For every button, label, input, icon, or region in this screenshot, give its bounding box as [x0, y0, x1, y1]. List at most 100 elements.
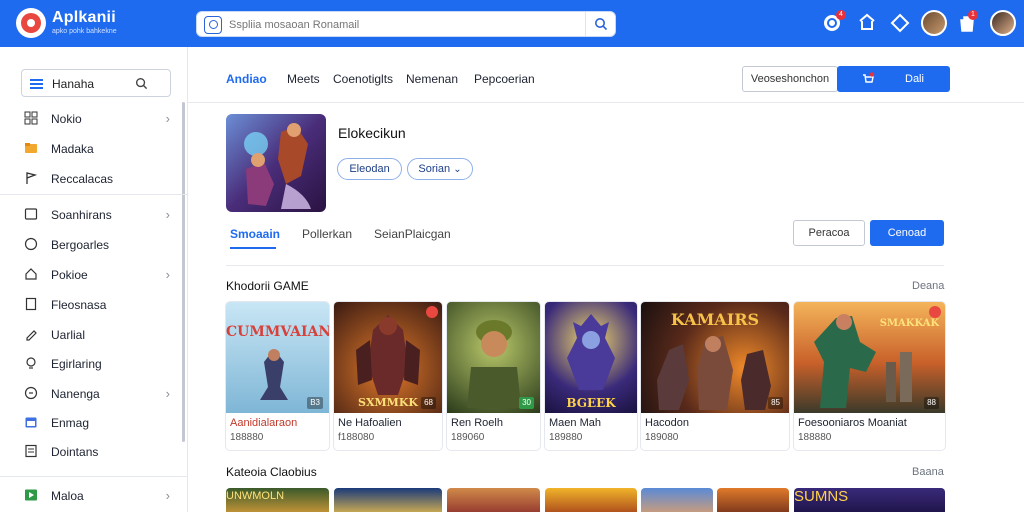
app-icon-image[interactable] [226, 114, 326, 212]
pill-button-first[interactable]: Eleodan [337, 158, 402, 180]
chevron-down-icon: ⌄ [453, 164, 462, 175]
game-card[interactable]: SXMMKK 68 Ne Hafoalien f188080 [334, 302, 442, 450]
game-name: Aanidialaraon [230, 417, 298, 429]
game-meta: f188080 [338, 432, 375, 443]
sidebar: Hanaha Nokio › Madaka Reccalacas Soanhir… [0, 47, 188, 512]
thumbnail-title: SMAKKAK [879, 318, 940, 329]
sidebar-divider [0, 476, 187, 477]
sidebar-scrollbar[interactable] [182, 102, 185, 442]
game-card[interactable]: CUMMVAIAN B3 Aanidialaraon 188880 [226, 302, 329, 450]
info-icon [24, 386, 38, 400]
header-outline-button[interactable]: Veoseshonchon [742, 66, 838, 92]
notification-badge: 4 [836, 10, 846, 20]
game-card[interactable]: 30 Ren Roelh 189060 [447, 302, 540, 450]
thumbnail-badge: 85 [768, 397, 783, 409]
game-thumbnail[interactable]: UNWMOLN [226, 488, 329, 512]
game-thumbnail[interactable] [334, 488, 442, 512]
sidebar-item-nanenga[interactable]: Nanenga › [24, 383, 172, 405]
subtab-seianplaicgan[interactable]: SeianPlaicgan [374, 227, 451, 241]
folder-icon [25, 143, 37, 153]
subtab-pollerkan[interactable]: Pollerkan [302, 227, 352, 241]
game-thumbnail[interactable] [717, 488, 789, 512]
section-see-all-link[interactable]: Baana [912, 466, 944, 478]
tab-andiao[interactable]: Andiao [226, 72, 267, 86]
game-card[interactable]: BGEEK Maen Mah 189880 [545, 302, 637, 450]
thumbnail-badge: B3 [307, 397, 323, 409]
app-tagline: apko pohk bahkekne [52, 28, 117, 35]
chevron-right-icon: › [165, 267, 170, 282]
calendar-icon [25, 417, 37, 428]
chevron-right-icon: › [165, 488, 170, 503]
subtab-smoaain[interactable]: Smoaain [230, 227, 280, 241]
thumbnail-badge: 68 [421, 397, 436, 409]
game-name: Foesooniaros Moaniat [798, 417, 907, 429]
sidebar-item-bergoarles[interactable]: Bergoarles [24, 234, 172, 256]
game-card[interactable]: SMAKKAK 88 Foesooniaros Moaniat 188880 [794, 302, 945, 450]
notification-badge: 1 [968, 10, 978, 20]
sidebar-item-label: Pokioe [51, 268, 88, 282]
profile-avatar[interactable] [990, 10, 1016, 36]
pill-dropdown[interactable]: Sorian ⌄ [407, 158, 473, 180]
header-primary-button[interactable]: Dali [837, 66, 950, 92]
game-thumbnail[interactable] [447, 488, 540, 512]
pencil-icon [26, 330, 37, 341]
thumbnail-title: UNWMOLN [226, 490, 285, 502]
sidebar-item-reccalacas[interactable]: Reccalacas [24, 168, 172, 190]
user-avatar[interactable] [921, 10, 947, 36]
sidebar-item-label: Dointans [51, 445, 99, 459]
home-icon [25, 268, 37, 280]
search-icon [595, 18, 608, 31]
game-thumbnail[interactable] [545, 488, 637, 512]
brand[interactable]: Aplkanii apko pohk bahkekne [52, 9, 117, 36]
chevron-right-icon: › [165, 207, 170, 222]
cart-icon [863, 72, 875, 83]
chevron-right-icon: › [165, 111, 170, 126]
game-thumbnail[interactable]: SUMNS [794, 488, 945, 512]
search-scope-icon[interactable] [204, 16, 222, 34]
cart-icon[interactable] [855, 11, 879, 35]
action-outline-button[interactable]: Peracoa [793, 220, 865, 246]
main-content: Andiao Meets Coenotiglts Nemenan Pepcoer… [188, 47, 1024, 512]
sidebar-item-label: Nokio [51, 112, 82, 126]
sidebar-item-egirlaring[interactable]: Egirlaring [24, 353, 172, 375]
sidebar-item-pokioe[interactable]: Pokioe › [24, 264, 172, 286]
app-logo[interactable] [16, 8, 46, 38]
sidebar-item-nokio[interactable]: Nokio › [24, 108, 172, 130]
sidebar-item-enmag[interactable]: Enmag [24, 412, 172, 434]
game-name: Ne Hafoalien [338, 417, 402, 429]
game-name: Ren Roelh [451, 417, 503, 429]
section-see-all-link[interactable]: Deana [912, 280, 944, 292]
sidebar-item-label: Bergoarles [51, 238, 110, 252]
sidebar-search[interactable]: Hanaha [21, 69, 171, 97]
game-thumbnail: SMAKKAK [794, 302, 945, 413]
tab-nemenan[interactable]: Nemenan [406, 72, 458, 86]
section-title: Kateoia Claobius [226, 465, 317, 479]
grid-icon [24, 111, 38, 125]
sidebar-item-maloa[interactable]: Maloa › [24, 485, 172, 507]
thumbnail-badge: 30 [519, 397, 534, 409]
search-bar [196, 11, 616, 37]
game-thumbnail[interactable] [641, 488, 713, 512]
game-meta: 189060 [451, 432, 485, 443]
sidebar-item-fleosnasa[interactable]: Fleosnasa [24, 294, 172, 316]
game-card[interactable]: KAMAIRS 85 Hacodon 189080 [641, 302, 789, 450]
tab-meets[interactable]: Meets [287, 72, 320, 86]
tab-coenotiglts[interactable]: Coenotiglts [333, 72, 393, 86]
gift-icon[interactable] [888, 11, 912, 35]
search-input[interactable] [229, 16, 559, 34]
sidebar-item-soanhirans[interactable]: Soanhirans › [24, 204, 172, 226]
sidebar-item-madaka[interactable]: Madaka [24, 138, 172, 160]
game-name: Maen Mah [549, 417, 601, 429]
sidebar-item-uarlial[interactable]: Uarlial [24, 324, 172, 346]
tab-pepcoerian[interactable]: Pepcoerian [474, 72, 535, 86]
content-divider [226, 265, 944, 266]
menu-icon[interactable] [30, 79, 43, 89]
header-primary-label: Dali [905, 73, 924, 85]
status-dot [929, 306, 941, 318]
sidebar-item-dointans[interactable]: Dointans [24, 441, 172, 463]
search-button[interactable] [585, 12, 615, 36]
top-bar: Aplkanii apko pohk bahkekne 4 1 [0, 0, 1024, 47]
action-primary-button[interactable]: Cenoad [870, 220, 944, 246]
sidebar-item-label: Maloa [51, 489, 84, 503]
search-icon[interactable] [135, 77, 148, 90]
